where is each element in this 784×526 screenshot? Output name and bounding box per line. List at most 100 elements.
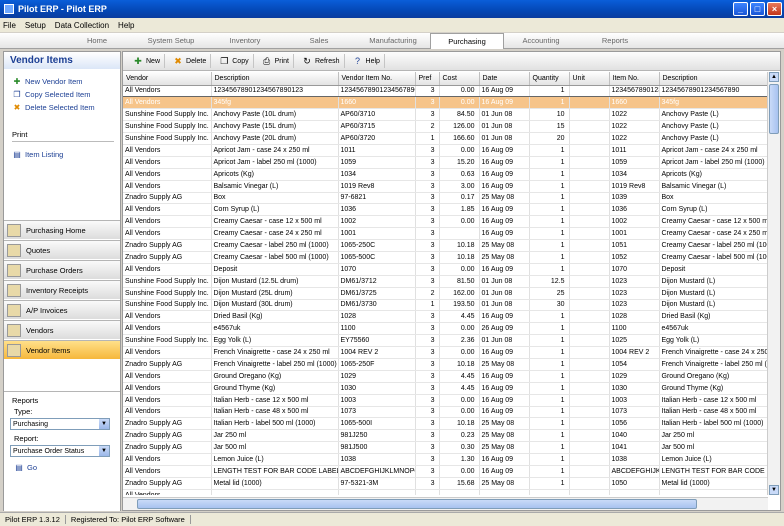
cell-vendor[interactable]: All Vendors: [123, 310, 212, 324]
column-header-vendor-item-no[interactable]: Vendor Item No.: [338, 72, 416, 86]
cell-description[interactable]: Dried Basil (Kg): [211, 310, 339, 324]
cell-description[interactable]: Lemon Juice (L): [211, 453, 339, 466]
cell-quantity[interactable]: 1: [529, 310, 570, 324]
cell-unit[interactable]: [569, 180, 610, 193]
scroll-down-icon[interactable]: ▼: [769, 485, 779, 495]
cell-vendor-item-no[interactable]: 1034: [338, 168, 416, 181]
cell-item-no[interactable]: 1034: [609, 168, 660, 181]
cell-date[interactable]: 25 May 08: [479, 251, 530, 264]
cell-description[interactable]: French Vinaigrette - case 24 x 250 ml: [211, 346, 339, 359]
table-row[interactable]: Znadro Supply AG Jar 250 ml 981J250 3 0.23 25…: [123, 429, 768, 443]
cell-item-description[interactable]: Jar 250 ml: [659, 429, 768, 443]
menu-setup[interactable]: Setup: [25, 21, 46, 30]
hscroll-thumb[interactable]: [137, 499, 697, 509]
cell-date[interactable]: 25 May 08: [479, 477, 530, 490]
cell-vendor-item-no[interactable]: 1073: [338, 406, 416, 419]
cell-description[interactable]: Dijon Mustard (12.5L drum): [211, 275, 339, 288]
cell-item-description[interactable]: 12345678901234567890: [659, 84, 768, 98]
cell-item-description[interactable]: Balsamic Vinegar (L): [659, 180, 768, 193]
cell-pref[interactable]: 3: [415, 453, 440, 466]
cell-cost[interactable]: 0.17: [439, 192, 480, 205]
scroll-up-icon[interactable]: ▲: [769, 72, 779, 82]
cell-description[interactable]: LENGTH TEST FOR BAR CODE LABEL: [211, 465, 339, 478]
cell-quantity[interactable]: 20: [529, 132, 570, 145]
cell-vendor-item-no[interactable]: 1660: [338, 96, 416, 110]
copy-selected-item-link[interactable]: ❐ Copy Selected Item: [12, 88, 116, 101]
cell-date[interactable]: 26 Aug 09: [479, 322, 530, 336]
cell-vendor[interactable]: All Vendors: [123, 144, 212, 157]
cell-pref[interactable]: 2: [415, 287, 440, 300]
table-row[interactable]: Znadro Supply AG Metal lid (1000) 97-5321-…: [123, 477, 768, 490]
cell-item-description[interactable]: LENGTH TEST FOR BAR CODE LABEL: [659, 465, 768, 478]
cell-quantity[interactable]: 1: [529, 370, 570, 383]
cell-vendor[interactable]: All Vendors: [123, 406, 212, 419]
cell-quantity[interactable]: 30: [529, 299, 570, 312]
cell-item-description[interactable]: Box: [659, 192, 768, 205]
cell-quantity[interactable]: 1: [529, 429, 570, 443]
cell-pref[interactable]: 3: [415, 394, 440, 407]
cell-cost[interactable]: 126.00: [439, 120, 480, 134]
cell-quantity[interactable]: 1: [529, 239, 570, 252]
cell-item-no[interactable]: 1660: [609, 96, 660, 110]
table-row[interactable]: Sunshine Food Supply Inc. Dijon Mustard (…: [123, 275, 768, 288]
cell-date[interactable]: 25 May 08: [479, 429, 530, 443]
cell-item-description[interactable]: Apricots (Kg): [659, 168, 768, 181]
cell-pref[interactable]: 3: [415, 108, 440, 122]
cell-item-description[interactable]: French Vinaigrette - label 250 ml (1000): [659, 358, 768, 371]
table-row[interactable]: Sunshine Food Supply Inc. Anchovy Paste (…: [123, 120, 768, 134]
cell-date[interactable]: 01 Jun 08: [479, 275, 530, 288]
cell-quantity[interactable]: 1: [529, 453, 570, 466]
cell-cost[interactable]: 10.18: [439, 358, 480, 371]
cell-vendor[interactable]: Znadro Supply AG: [123, 477, 212, 490]
cell-vendor[interactable]: Sunshine Food Supply Inc.: [123, 334, 212, 348]
cell-cost[interactable]: 4.45: [439, 370, 480, 383]
cell-quantity[interactable]: 1: [529, 215, 570, 229]
cell-quantity[interactable]: 1: [529, 227, 570, 241]
cell-item-no[interactable]: 1023: [609, 299, 660, 312]
table-row[interactable]: All Vendors 345fg 1660 3 0.00 16 Aug 09 1 1660 3…: [123, 96, 768, 110]
cell-pref[interactable]: 3: [415, 192, 440, 205]
cell-vendor-item-no[interactable]: 1100: [338, 322, 416, 336]
cell-vendor-item-no[interactable]: [338, 489, 416, 495]
tab-home[interactable]: Home: [60, 33, 134, 48]
cell-vendor-item-no[interactable]: DM61/3725: [338, 287, 416, 300]
cell-quantity[interactable]: 15: [529, 120, 570, 134]
cell-quantity[interactable]: 1: [529, 180, 570, 193]
cell-item-no[interactable]: 1004 REV 2: [609, 346, 660, 359]
cell-vendor[interactable]: All Vendors: [123, 465, 212, 478]
cell-description[interactable]: 12345678901234567890123: [211, 84, 339, 98]
cell-vendor[interactable]: Sunshine Food Supply Inc.: [123, 275, 212, 288]
go-button[interactable]: ▤ Go: [10, 461, 114, 474]
nav-inventory-receipts[interactable]: Inventory Receipts: [4, 280, 120, 299]
cell-vendor[interactable]: All Vendors: [123, 394, 212, 407]
print-button[interactable]: ⎙ Print: [258, 54, 294, 68]
cell-date[interactable]: 16 Aug 09: [479, 394, 530, 407]
table-row[interactable]: All Vendors Apricot Jam - label 250 ml (1…: [123, 156, 768, 169]
cell-cost[interactable]: 10.18: [439, 239, 480, 252]
cell-vendor[interactable]: All Vendors: [123, 370, 212, 383]
cell-vendor[interactable]: Sunshine Food Supply Inc.: [123, 108, 212, 122]
cell-description[interactable]: Apricot Jam - label 250 ml (1000): [211, 156, 339, 169]
cell-unit[interactable]: [569, 453, 610, 466]
cell-vendor-item-no[interactable]: EY75560: [338, 334, 416, 348]
table-row[interactable]: Znadro Supply AG Jar 500 ml 981J500 3 0.30 25…: [123, 441, 768, 455]
cell-item-no[interactable]: 1100: [609, 322, 660, 336]
table-row[interactable]: Sunshine Food Supply Inc. Anchovy Paste (…: [123, 108, 768, 122]
cell-cost[interactable]: 0.30: [439, 441, 480, 455]
cell-vendor-item-no[interactable]: 1001: [338, 227, 416, 241]
cell-cost[interactable]: [439, 227, 480, 241]
cell-item-description[interactable]: Ground Oregano (Kg): [659, 370, 768, 383]
cell-vendor[interactable]: All Vendors: [123, 215, 212, 229]
cell-item-description[interactable]: Creamy Caesar - label 250 ml (1000): [659, 239, 768, 252]
column-header-description[interactable]: Description: [211, 72, 339, 86]
cell-description[interactable]: Italian Herb - label 500 ml (1000): [211, 417, 339, 431]
cell-unit[interactable]: [569, 382, 610, 395]
cell-description[interactable]: Jar 250 ml: [211, 429, 339, 443]
cell-date[interactable]: 16 Aug 09: [479, 203, 530, 217]
cell-cost[interactable]: 0.00: [439, 144, 480, 157]
cell-quantity[interactable]: 1: [529, 382, 570, 395]
table-row[interactable]: All Vendors Ground Oregano (Kg) 1029 3 4.45 1…: [123, 370, 768, 383]
tab-reports[interactable]: Reports: [578, 33, 652, 48]
new-button[interactable]: ✚ New: [129, 54, 166, 68]
cell-item-no[interactable]: 1052: [609, 251, 660, 264]
